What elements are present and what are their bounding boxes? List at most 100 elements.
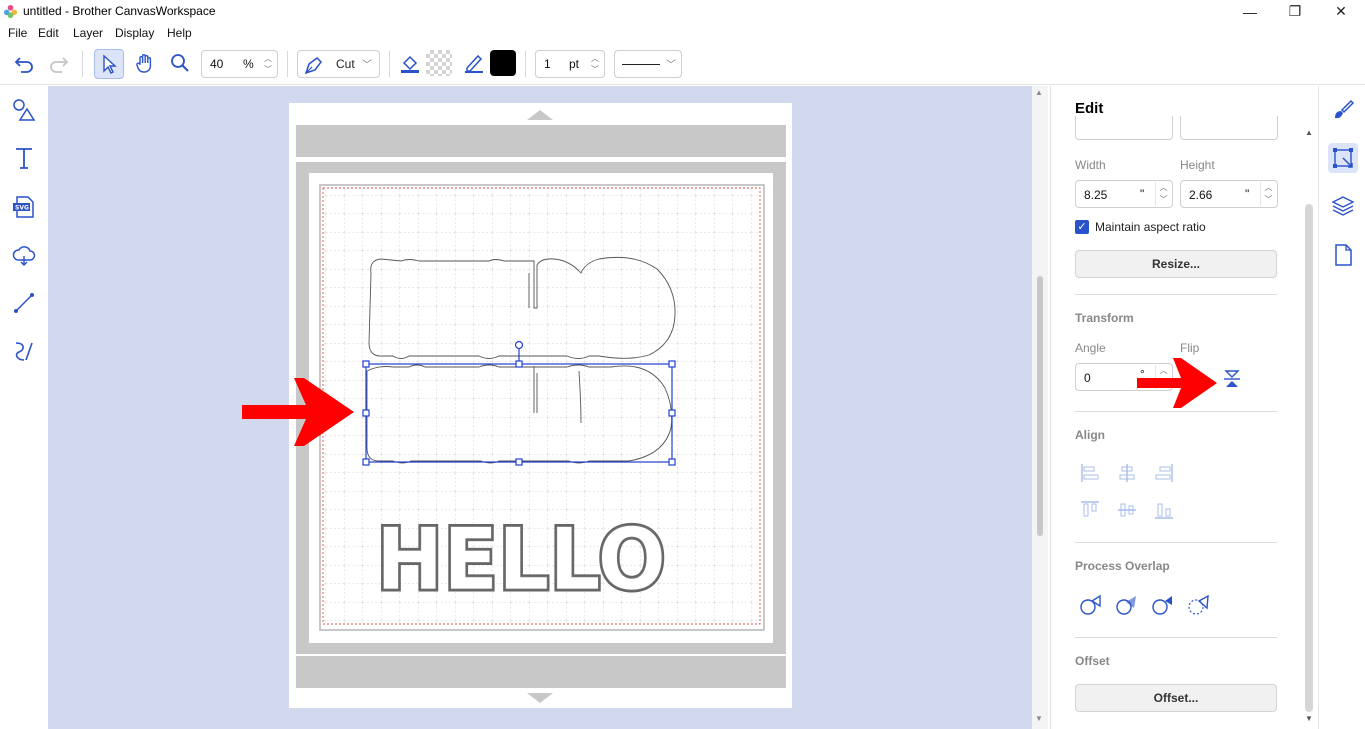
close-button[interactable]: ✕ (1318, 0, 1364, 23)
page-tab-icon[interactable] (1328, 240, 1358, 270)
flip-label: Flip (1180, 341, 1200, 355)
process-overlap-label: Process Overlap (1075, 559, 1170, 573)
window-title: untitled - Brother CanvasWorkspace (23, 4, 216, 18)
maintain-aspect-label: Maintain aspect ratio (1095, 220, 1206, 234)
toolbar-divider (287, 51, 288, 77)
height-label: Height (1180, 158, 1215, 172)
pen-cut-icon (304, 57, 322, 75)
annotation-arrow-left (242, 378, 354, 446)
maintain-aspect-checkbox[interactable]: ✓ (1075, 220, 1089, 234)
edit-tab-icon[interactable] (1328, 143, 1358, 173)
fill-color-swatch[interactable] (426, 50, 452, 76)
weld-icon[interactable] (1078, 592, 1104, 618)
scrollbar-thumb[interactable] (1037, 276, 1043, 536)
scroll-down-icon[interactable]: ▼ (1035, 714, 1043, 723)
minimize-button[interactable]: — (1227, 0, 1273, 23)
section-divider (1075, 411, 1277, 412)
svg-import-icon[interactable]: SVG (9, 192, 39, 222)
canvas-area[interactable]: HELLO HELLO (48, 86, 1032, 729)
angle-label: Angle (1075, 341, 1106, 355)
hello-text-inner: HELLO (376, 510, 666, 610)
menu-bar: File Edit Layer Display Help (0, 23, 1365, 43)
exclude-icon[interactable] (1186, 592, 1212, 618)
line-color-swatch[interactable] (490, 50, 516, 76)
menu-edit[interactable]: Edit (38, 26, 59, 40)
zoom-icon[interactable] (166, 49, 194, 77)
cutting-mat[interactable]: HELLO HELLO (289, 103, 792, 708)
menu-display[interactable]: Display (115, 26, 154, 40)
line-width-value[interactable]: 1 (544, 57, 551, 71)
text-tool-icon[interactable] (9, 143, 39, 173)
toolbar: 40 % ︿ ﹀ Cut ﹀ 1 pt ︿ ﹀ ﹀ (0, 43, 1365, 85)
line-pen-icon[interactable] (460, 49, 488, 77)
chevron-down-icon: ﹀ (666, 60, 676, 71)
width-label: Width (1075, 158, 1106, 172)
subtract-icon[interactable] (1150, 592, 1176, 618)
offset-label: Offset (1075, 654, 1110, 668)
cut-mode-dropdown[interactable]: Cut ﹀ (297, 50, 380, 78)
position-y-field[interactable] (1180, 116, 1278, 140)
select-tool-icon[interactable] (94, 49, 124, 79)
position-x-field[interactable] (1075, 116, 1173, 140)
align-left-icon[interactable] (1079, 462, 1101, 484)
resize-button[interactable]: Resize... (1075, 250, 1277, 278)
toolbar-divider (82, 51, 83, 77)
align-top-icon[interactable] (1079, 499, 1101, 521)
width-value[interactable]: 8.25 (1084, 188, 1107, 202)
paint-brush-tab-icon[interactable] (1328, 95, 1358, 125)
intersect-icon[interactable] (1114, 592, 1140, 618)
layers-tab-icon[interactable] (1328, 191, 1358, 221)
line-tool-icon[interactable] (9, 288, 39, 318)
line-style-dropdown[interactable]: ﹀ (614, 50, 682, 78)
flip-vertical-icon[interactable] (1219, 366, 1245, 392)
restore-button[interactable]: ❐ (1272, 0, 1318, 23)
height-field[interactable]: 2.66 " ︿ ﹀ (1180, 180, 1278, 208)
align-middle-icon[interactable] (1116, 499, 1138, 521)
height-value[interactable]: 2.66 (1189, 188, 1212, 202)
line-width-stepper[interactable]: 1 pt ︿ ﹀ (535, 50, 605, 78)
cut-mode-label: Cut (336, 57, 355, 71)
width-spin-arrows[interactable]: ︿ ﹀ (1155, 182, 1171, 206)
shapes-tool-icon[interactable] (9, 95, 39, 125)
section-divider (1075, 637, 1277, 638)
menu-layer[interactable]: Layer (73, 26, 103, 40)
chevron-down-icon: ﹀ (362, 60, 372, 71)
align-right-icon[interactable] (1153, 462, 1175, 484)
left-toolbar: SVG (0, 86, 48, 729)
panel-title: Edit (1075, 100, 1104, 117)
height-spin-arrows[interactable]: ︿ ﹀ (1260, 182, 1276, 206)
menu-file[interactable]: File (8, 26, 27, 40)
freehand-tool-icon[interactable] (9, 336, 39, 366)
edit-panel: Edit Width Height 8.25 " ︿ ﹀ 2.66 " ︿ ﹀ ✓ … (1050, 86, 1316, 729)
app-logo-icon (3, 4, 18, 19)
scroll-down-icon[interactable]: ▼ (1305, 714, 1313, 723)
width-unit: " (1140, 187, 1145, 201)
line-width-spin-arrows[interactable]: ︿ ﹀ (588, 53, 602, 75)
panel-vertical-scrollbar[interactable]: ▲ ▼ (1302, 128, 1316, 729)
cutting-mat-page: HELLO HELLO (289, 103, 792, 708)
zoom-value[interactable]: 40 (210, 57, 223, 71)
undo-icon[interactable] (10, 49, 38, 77)
panel-scrollbar-thumb[interactable] (1305, 204, 1313, 712)
scroll-up-icon[interactable]: ▲ (1305, 128, 1313, 137)
fill-bucket-icon[interactable] (396, 49, 424, 77)
zoom-unit: % (243, 57, 254, 71)
align-bottom-icon[interactable] (1153, 499, 1175, 521)
align-label: Align (1075, 428, 1105, 442)
zoom-stepper[interactable]: 40 % ︿ ﹀ (201, 50, 278, 78)
scroll-up-icon[interactable]: ▲ (1035, 88, 1043, 97)
pattern-cloud-icon[interactable] (9, 240, 39, 270)
angle-value[interactable]: 0 (1084, 371, 1091, 385)
right-tab-bar (1318, 86, 1365, 729)
redo-icon[interactable] (45, 49, 73, 77)
offset-button[interactable]: Offset... (1075, 684, 1277, 712)
hello-outline-text[interactable]: HELLO HELLO (374, 508, 669, 613)
canvas-vertical-scrollbar[interactable]: ▲ ▼ (1032, 86, 1048, 729)
width-field[interactable]: 8.25 " ︿ ﹀ (1075, 180, 1173, 208)
annotation-arrow-flip (1137, 358, 1217, 408)
zoom-spin-arrows[interactable]: ︿ ﹀ (261, 53, 275, 75)
align-center-icon[interactable] (1116, 462, 1138, 484)
svg-text:SVG: SVG (15, 205, 29, 212)
hand-tool-icon[interactable] (131, 49, 159, 77)
menu-help[interactable]: Help (167, 26, 192, 40)
